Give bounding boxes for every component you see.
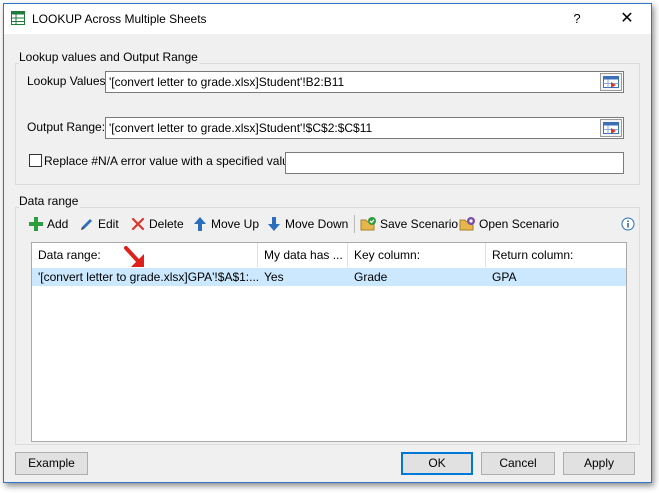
open-scenario-icon bbox=[459, 217, 475, 231]
output-range-label: Output Range: bbox=[27, 120, 106, 134]
move-down-button-label: Move Down bbox=[285, 217, 349, 231]
close-button[interactable]: ✕ bbox=[616, 9, 638, 29]
replace-na-checkbox[interactable] bbox=[29, 154, 42, 167]
edit-button[interactable]: Edit bbox=[79, 213, 119, 235]
output-range-range-button[interactable] bbox=[600, 119, 622, 137]
replace-na-label: Replace #N/A error value with a specifie… bbox=[44, 154, 299, 168]
move-up-button-label: Move Up bbox=[211, 217, 260, 231]
ok-button[interactable]: OK bbox=[401, 452, 473, 475]
title-bar: LOOKUP Across Multiple Sheets ? ✕ bbox=[4, 4, 651, 34]
pencil-icon bbox=[81, 219, 92, 230]
lookup-values-label: Lookup Values: bbox=[27, 74, 109, 88]
data-range-group-label: Data range bbox=[19, 194, 81, 208]
delete-x-icon bbox=[131, 217, 145, 231]
arrow-down-icon bbox=[268, 217, 280, 231]
save-scenario-icon bbox=[360, 217, 376, 231]
delete-button[interactable]: Delete bbox=[130, 213, 184, 235]
lookup-values-range-button[interactable] bbox=[600, 73, 622, 91]
app-icon bbox=[11, 11, 25, 25]
cell-key-column[interactable]: Grade bbox=[348, 268, 486, 286]
data-range-table[interactable]: Data range: My data has ... Key column: … bbox=[31, 242, 627, 442]
dialog-window: LOOKUP Across Multiple Sheets ? ✕ Lookup… bbox=[3, 3, 652, 483]
range-select-icon bbox=[603, 122, 619, 134]
example-button[interactable]: Example bbox=[15, 452, 88, 475]
move-down-button[interactable]: Move Down bbox=[266, 213, 348, 235]
cancel-button[interactable]: Cancel bbox=[481, 452, 555, 475]
edit-button-label: Edit bbox=[98, 217, 119, 231]
column-header-my-data-has[interactable]: My data has ... bbox=[258, 243, 348, 267]
cell-return-column[interactable]: GPA bbox=[486, 268, 626, 286]
plus-icon bbox=[29, 217, 43, 231]
lookup-group-label: Lookup values and Output Range bbox=[19, 50, 200, 64]
apply-button[interactable]: Apply bbox=[563, 452, 635, 475]
column-header-key-column[interactable]: Key column: bbox=[348, 243, 486, 267]
info-icon[interactable] bbox=[621, 217, 635, 231]
range-select-icon bbox=[603, 76, 619, 88]
delete-button-label: Delete bbox=[149, 217, 184, 231]
window-title: LOOKUP Across Multiple Sheets bbox=[32, 12, 207, 26]
open-scenario-button[interactable]: Open Scenario bbox=[459, 213, 559, 235]
arrow-up-icon bbox=[194, 217, 206, 231]
red-arrow-annotation-icon bbox=[124, 246, 144, 267]
toolbar-separator bbox=[354, 215, 355, 233]
help-button[interactable]: ? bbox=[567, 9, 587, 29]
save-scenario-button[interactable]: Save Scenario bbox=[360, 213, 458, 235]
cell-my-data-has[interactable]: Yes bbox=[258, 268, 348, 286]
replace-na-value-field[interactable] bbox=[285, 152, 624, 174]
lookup-values-field[interactable]: '[convert letter to grade.xlsx]Student'!… bbox=[105, 71, 624, 93]
add-button-label: Add bbox=[47, 217, 69, 231]
move-up-button[interactable]: Move Up bbox=[192, 213, 259, 235]
save-scenario-button-label: Save Scenario bbox=[380, 217, 459, 231]
column-header-return-column[interactable]: Return column: bbox=[486, 243, 626, 267]
output-range-field[interactable]: '[convert letter to grade.xlsx]Student'!… bbox=[105, 117, 624, 139]
add-button[interactable]: Add bbox=[28, 213, 68, 235]
open-scenario-button-label: Open Scenario bbox=[479, 217, 560, 231]
